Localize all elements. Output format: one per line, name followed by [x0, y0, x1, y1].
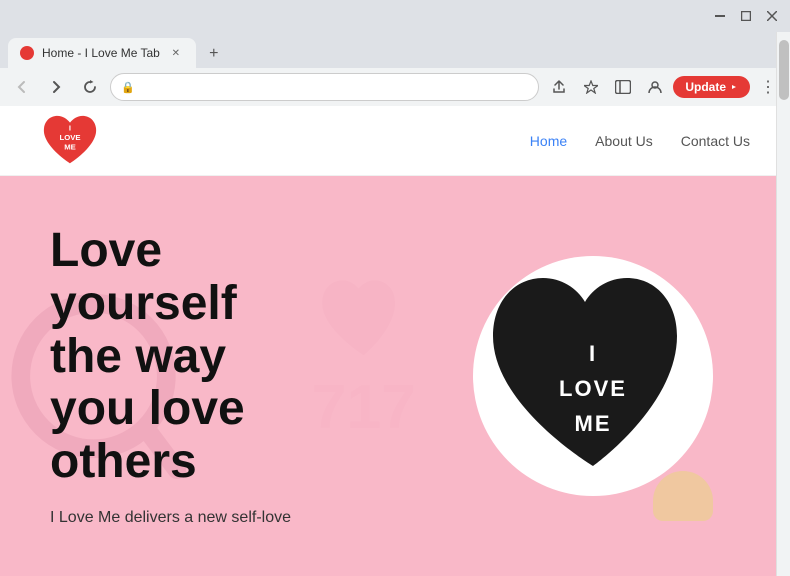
profile-button[interactable] — [641, 73, 669, 101]
back-button[interactable] — [8, 73, 36, 101]
svg-text:LOVE: LOVE — [59, 133, 80, 142]
website-content: I LOVE ME Home About Us Contact Us — [0, 106, 790, 576]
hero-subtext: I Love Me delivers a new self-love — [50, 509, 291, 527]
update-button[interactable]: Update — [673, 76, 750, 98]
minimize-button[interactable] — [710, 6, 730, 26]
refresh-button[interactable] — [76, 73, 104, 101]
svg-text:LOVE: LOVE — [559, 376, 627, 401]
hero-image: I LOVE ME — [395, 176, 790, 576]
site-nav: Home About Us Contact Us — [530, 133, 750, 149]
active-tab[interactable]: Home - I Love Me Tab ✕ — [8, 38, 196, 68]
black-heart-card: I LOVE ME — [473, 256, 713, 496]
scrollbar[interactable] — [776, 32, 790, 576]
browser-actions: Update ⋮ — [545, 73, 782, 101]
tab-favicon — [20, 46, 34, 60]
site-header: I LOVE ME Home About Us Contact Us — [0, 106, 790, 176]
browser-window: Home - I Love Me Tab ✕ + 🔒 — [0, 0, 790, 576]
nav-contact[interactable]: Contact Us — [681, 133, 750, 149]
sidebar-button[interactable] — [609, 73, 637, 101]
logo-container: I LOVE ME — [40, 111, 100, 171]
hero-section: 717 Love yourself the way you love other… — [0, 176, 790, 576]
nav-about[interactable]: About Us — [595, 133, 653, 149]
nav-home[interactable]: Home — [530, 133, 567, 149]
lock-icon: 🔒 — [121, 81, 135, 94]
window-controls — [710, 6, 782, 26]
title-bar — [0, 0, 790, 32]
bookmark-button[interactable] — [577, 73, 605, 101]
forward-button[interactable] — [42, 73, 70, 101]
hero-text: Love yourself the way you love others I … — [0, 185, 341, 567]
tab-close-button[interactable]: ✕ — [168, 45, 184, 61]
new-tab-button[interactable]: + — [200, 40, 228, 68]
logo-heart: I LOVE ME — [40, 111, 100, 171]
address-bar: 🔒 Update ⋮ — [0, 68, 790, 106]
svg-text:I: I — [588, 341, 596, 366]
tab-bar: Home - I Love Me Tab ✕ + — [0, 32, 790, 68]
close-button[interactable] — [762, 6, 782, 26]
hero-heading: Love yourself the way you love others — [50, 225, 291, 489]
svg-text:ME: ME — [64, 142, 76, 151]
tab-title: Home - I Love Me Tab — [42, 46, 160, 60]
svg-text:I: I — [69, 123, 71, 132]
share-button[interactable] — [545, 73, 573, 101]
maximize-button[interactable] — [736, 6, 756, 26]
url-bar[interactable]: 🔒 — [110, 73, 539, 101]
scrollbar-thumb[interactable] — [779, 40, 789, 100]
svg-text:ME: ME — [574, 411, 611, 436]
